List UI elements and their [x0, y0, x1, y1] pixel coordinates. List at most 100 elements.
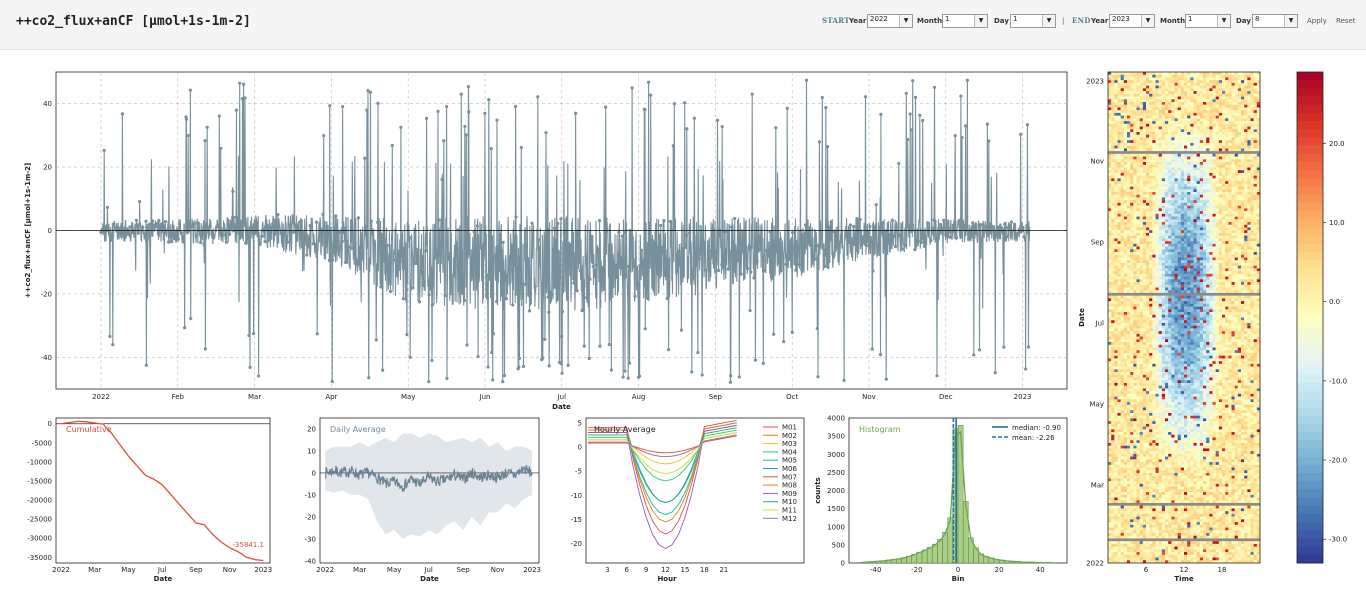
heatmap-cell — [1253, 104, 1258, 108]
heatmap-cell — [1108, 129, 1112, 133]
heatmap-cell — [1133, 309, 1137, 313]
heatmap-cell — [1231, 137, 1235, 141]
heatmap-cell — [1215, 194, 1220, 198]
heatmap-cell — [1152, 85, 1156, 89]
heatmap-cell — [1241, 232, 1245, 236]
heatmap-cell — [1234, 268, 1239, 272]
heatmap-cell — [1234, 287, 1239, 291]
heatmap-cell — [1193, 243, 1197, 247]
heatmap-cell — [1234, 216, 1239, 220]
heatmap-cell — [1253, 276, 1258, 280]
heatmap-cell — [1190, 262, 1194, 266]
heatmap-cell — [1212, 211, 1216, 215]
heatmap-cell — [1149, 262, 1153, 266]
data-point — [942, 218, 946, 222]
heatmap-cell — [1206, 192, 1210, 195]
heatmap-cell — [1241, 238, 1245, 242]
heatmap-cell — [1244, 194, 1248, 198]
heatmap-cell — [1161, 252, 1166, 255]
heatmap-cell — [1222, 235, 1226, 239]
heatmap-cell — [1231, 219, 1235, 223]
heatmap-cell — [1199, 230, 1204, 234]
heatmap-cell — [1146, 287, 1150, 291]
heatmap-cell — [1149, 265, 1153, 269]
heatmap-cell — [1234, 110, 1239, 114]
heatmap-cell — [1244, 273, 1248, 277]
data-point — [315, 332, 319, 336]
heatmap-cell — [1190, 140, 1194, 144]
heatmap-cell — [1209, 276, 1213, 280]
data-point — [881, 221, 885, 225]
heatmap-cell — [1247, 194, 1251, 198]
heatmap-cell — [1190, 257, 1194, 261]
heatmap-cell — [1123, 230, 1128, 234]
heatmap-cell — [1184, 156, 1188, 160]
heatmap-cell — [1165, 238, 1169, 242]
heatmap-cell — [1120, 200, 1125, 204]
heatmap-cell — [1247, 175, 1251, 179]
heatmap-cell — [1228, 137, 1232, 141]
heatmap-cell — [1222, 227, 1226, 231]
heatmap-cell — [1218, 153, 1223, 157]
heatmap-cell — [1247, 238, 1251, 242]
heatmap-cell — [1222, 126, 1226, 130]
heatmap-cell — [1117, 175, 1121, 179]
heatmap-cell — [1241, 88, 1245, 92]
heatmap-cell — [1231, 110, 1235, 114]
heatmap-cell — [1203, 118, 1207, 122]
data-point — [282, 232, 286, 236]
heatmap-cell — [1161, 148, 1166, 152]
heatmap-cell — [1123, 216, 1128, 220]
heatmap-cell — [1152, 123, 1156, 127]
heatmap-cell — [1120, 96, 1125, 100]
heatmap-cell — [1139, 164, 1144, 168]
heatmap-cell — [1215, 227, 1220, 231]
heatmap-cell — [1209, 254, 1213, 258]
heatmap-cell — [1209, 142, 1213, 146]
heatmap-cell — [1199, 298, 1204, 302]
heatmap-cell — [1123, 200, 1128, 204]
heatmap-cell — [1241, 74, 1245, 78]
heatmap-cell — [1146, 151, 1150, 155]
heatmap-cell — [1187, 142, 1191, 146]
heatmap-cell — [1155, 273, 1159, 277]
data-point — [868, 224, 872, 228]
chart-title: Daily Average — [330, 425, 386, 434]
heatmap-cell — [1237, 189, 1242, 193]
heatmap-cell — [1253, 134, 1258, 138]
y-tick-label: -10 — [571, 492, 582, 500]
heatmap-cell — [1190, 183, 1194, 187]
heatmap-cell — [1127, 276, 1131, 280]
heatmap-cell — [1193, 142, 1197, 146]
heatmap-cell — [1130, 93, 1134, 97]
heatmap-cell — [1234, 99, 1239, 103]
heatmap-cell — [1165, 91, 1169, 95]
heatmap-cell — [1114, 271, 1118, 275]
heatmap-cell — [1199, 265, 1204, 269]
legend-label: M03 — [782, 440, 797, 448]
heatmap-cell — [1177, 126, 1182, 130]
heatmap-cell — [1123, 219, 1128, 223]
heatmap-cell — [1149, 202, 1153, 206]
heatmap-cell — [1120, 121, 1125, 125]
heatmap-cell — [1231, 202, 1235, 206]
heatmap-cell — [1253, 151, 1258, 155]
heatmap-cell — [1174, 137, 1178, 141]
heatmap-cell — [1203, 132, 1207, 135]
heatmap-cell — [1209, 153, 1213, 157]
heatmap-cell — [1111, 232, 1115, 236]
heatmap-cell — [1165, 282, 1169, 285]
heatmap-cell — [1130, 227, 1134, 231]
data-point — [368, 90, 373, 94]
heatmap-cell — [1133, 132, 1137, 135]
heatmap-cell — [1158, 227, 1163, 231]
heatmap-cell — [1225, 238, 1229, 242]
heatmap-cell — [1247, 230, 1251, 234]
heatmap-cell — [1206, 265, 1210, 269]
data-point — [935, 374, 939, 378]
heatmap-cell — [1146, 142, 1150, 146]
heatmap-cell — [1199, 301, 1204, 305]
heatmap-cell — [1127, 282, 1131, 285]
heatmap-cell — [1218, 257, 1223, 261]
heatmap-cell — [1127, 252, 1131, 255]
